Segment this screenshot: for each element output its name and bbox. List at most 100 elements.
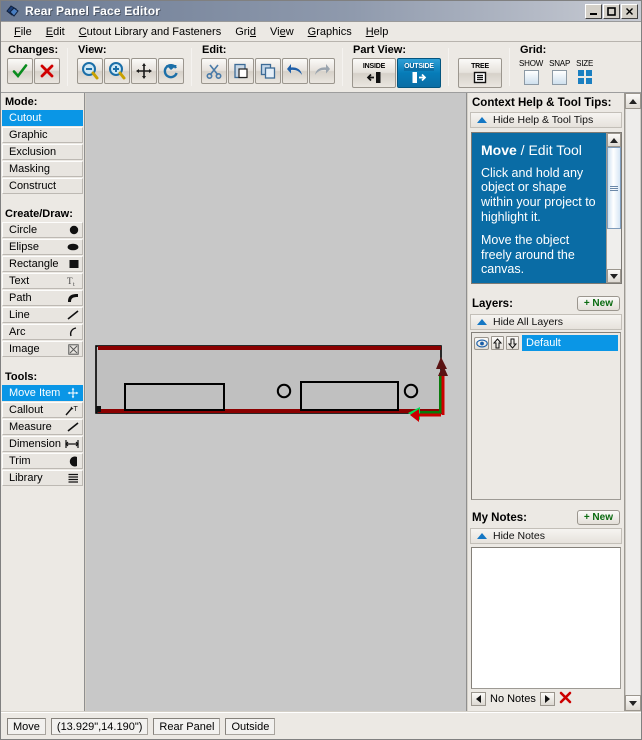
hide-help-label: Hide Help & Tool Tips [493, 114, 594, 126]
rear-panel-face-editor-window: Rear Panel Face Editor File Edit Cutout … [0, 0, 642, 740]
main-toolbar: Changes: View: Edit: Part View: INSIDE O… [1, 42, 641, 93]
sidebar-item-text[interactable]: Text Tt [2, 273, 83, 289]
inside-view-button[interactable]: INSIDE [352, 58, 396, 88]
sidebar-item-line[interactable]: Line [2, 307, 83, 323]
maximize-button[interactable] [603, 3, 620, 19]
cut-button[interactable] [201, 58, 227, 84]
hide-help-toggle[interactable]: Hide Help & Tool Tips [470, 112, 622, 128]
help-scroll-down-button[interactable] [607, 269, 621, 283]
sidebar-item-trim[interactable]: Trim [2, 453, 83, 469]
sidebar-item-masking[interactable]: Masking [2, 161, 83, 177]
panel-scroll-up-button[interactable] [625, 93, 641, 109]
sidebar-item-library[interactable]: Library [2, 470, 83, 486]
right-side-panel: Context Help & Tool Tips: Hide Help & To… [468, 93, 624, 711]
zoom-in-button[interactable] [104, 58, 130, 84]
sidebar-item-label: Graphic [9, 129, 48, 141]
next-note-button[interactable] [539, 691, 555, 706]
notes-status-label: No Notes [490, 692, 536, 705]
accept-changes-button[interactable] [7, 58, 33, 84]
panel-scroll-track[interactable] [625, 109, 641, 695]
copy-icon [260, 63, 276, 79]
sidebar-item-image[interactable]: Image [2, 341, 83, 357]
grid-show-checkbox[interactable] [523, 70, 539, 85]
grid-size-cell: SIZE [576, 59, 593, 85]
new-note-button[interactable]: + New [576, 510, 620, 525]
sidebar-item-label: Arc [9, 326, 26, 338]
sidebar-item-label: Measure [9, 421, 52, 433]
grid-snap-checkbox[interactable] [552, 70, 568, 85]
delete-note-button[interactable] [559, 691, 572, 706]
hide-notes-toggle[interactable]: Hide Notes [470, 528, 622, 544]
help-scroll-thumb[interactable] [607, 147, 621, 229]
context-help-text: Move / Edit Tool Click and hold any obje… [472, 133, 606, 283]
sidebar-item-arc[interactable]: Arc [2, 324, 83, 340]
close-button[interactable] [621, 3, 638, 19]
layer-row[interactable]: Default [472, 333, 620, 353]
help-scrollbar[interactable] [606, 133, 621, 283]
menu-view[interactable]: View [263, 24, 301, 40]
right-panel-scrollbar[interactable] [624, 93, 641, 711]
help-scroll-up-button[interactable] [607, 133, 621, 147]
menu-edit[interactable]: Edit [39, 24, 72, 40]
toolbar-group-grid: Grid: SHOW SNAP SIZE [513, 42, 597, 92]
layers-list[interactable]: Default [471, 332, 621, 500]
callout-icon: T [65, 405, 79, 416]
toolbar-separator [448, 48, 449, 86]
layer-move-down-button[interactable] [506, 336, 519, 350]
sidebar-item-label: Text [9, 275, 30, 287]
panel-scroll-down-button[interactable] [625, 695, 641, 711]
sidebar-item-construct[interactable]: Construct [2, 178, 83, 194]
menu-file[interactable]: File [7, 24, 39, 40]
scroll-grip-icon [610, 185, 618, 192]
sidebar-item-move-item[interactable]: Move Item [2, 385, 83, 401]
collapse-triangle-icon [477, 117, 487, 123]
toolbar-group-edit: Edit: [195, 42, 339, 92]
copy-button[interactable] [255, 58, 281, 84]
sidebar-item-rectangle[interactable]: Rectangle [2, 256, 83, 272]
zoom-out-button[interactable] [77, 58, 103, 84]
redo-button[interactable] [309, 58, 335, 84]
menu-help[interactable]: Help [359, 24, 396, 40]
sidebar-item-callout[interactable]: Callout T [2, 402, 83, 418]
pan-button[interactable] [131, 58, 157, 84]
sidebar-item-exclusion[interactable]: Exclusion [2, 144, 83, 160]
notes-textarea[interactable] [471, 547, 621, 689]
grid-size-icon[interactable] [577, 70, 592, 84]
outside-view-button[interactable]: OUTSIDE [397, 58, 441, 88]
undo-button[interactable] [282, 58, 308, 84]
inside-view-label: INSIDE [362, 62, 386, 70]
toolbar-group-tree: TREE [452, 42, 506, 92]
sidebar-item-elipse[interactable]: Elipse [2, 239, 83, 255]
toolbar-separator [342, 48, 343, 86]
tools-heading: Tools: [5, 371, 38, 383]
layer-move-up-button[interactable] [491, 336, 504, 350]
sidebar-item-dimension[interactable]: Dimension [2, 436, 83, 452]
hide-layers-toggle[interactable]: Hide All Layers [470, 314, 622, 330]
help-scroll-track[interactable] [607, 147, 621, 269]
sidebar-item-cutout[interactable]: Cutout [2, 110, 83, 126]
prev-note-button[interactable] [471, 691, 486, 706]
sidebar-item-measure[interactable]: Measure [2, 419, 83, 435]
layer-name-label[interactable]: Default [522, 335, 618, 351]
sidebar-item-path[interactable]: Path [2, 290, 83, 306]
menu-grid[interactable]: Grid [228, 24, 263, 40]
paste-button[interactable] [228, 58, 254, 84]
cutout-rect-right [300, 381, 399, 411]
toolbar-group-view-label: View: [78, 44, 107, 56]
layer-visibility-eye-icon[interactable] [474, 336, 489, 350]
menu-cutout-library-and-fasteners[interactable]: Cutout Library and Fasteners [72, 24, 228, 40]
minimize-button[interactable] [585, 3, 602, 19]
refresh-button[interactable] [158, 58, 184, 84]
panel-drawing-canvas[interactable] [86, 93, 467, 711]
sidebar-item-label: Line [9, 309, 30, 321]
grid-size-caption: SIZE [576, 59, 594, 68]
canvas-svg[interactable] [86, 93, 467, 711]
sidebar-item-graphic[interactable]: Graphic [2, 127, 83, 143]
tree-button[interactable]: TREE [458, 58, 502, 88]
cross-icon [40, 64, 54, 78]
menu-graphics[interactable]: Graphics [301, 24, 359, 40]
cancel-changes-button[interactable] [34, 58, 60, 84]
sidebar-item-circle[interactable]: Circle [2, 222, 83, 238]
grid-snap-caption: SNAP [549, 59, 571, 68]
new-layer-button[interactable]: + New [576, 296, 620, 311]
